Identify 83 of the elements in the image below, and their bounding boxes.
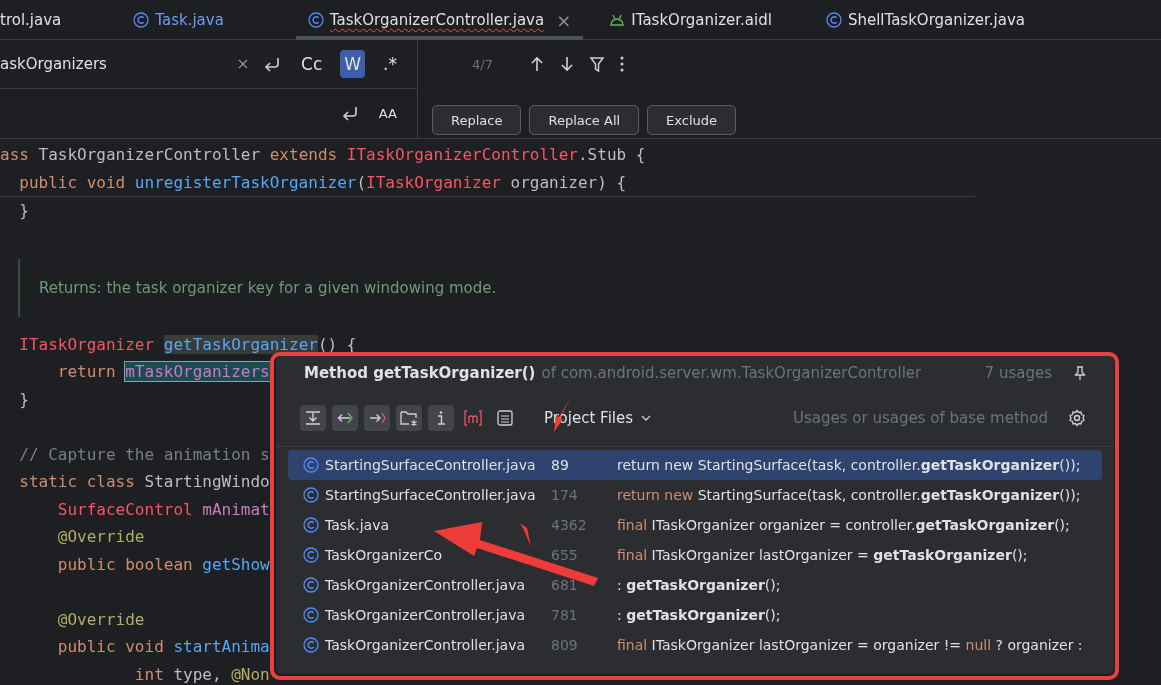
info-icon[interactable] xyxy=(428,405,454,431)
editor-tab[interactable]: ITaskOrganizer.aidl xyxy=(597,0,784,40)
class-icon xyxy=(307,12,324,28)
class-icon xyxy=(303,577,319,593)
usage-code: : getTaskOrganizer(); xyxy=(617,577,781,593)
file-name: StartingSurfaceController.java xyxy=(325,457,537,473)
code-line: public void startAnima xyxy=(57,636,270,658)
class-icon xyxy=(133,12,150,28)
replace-button[interactable]: Replace xyxy=(432,105,522,135)
code-line: ass TaskOrganizerController extends ITaskOrganizerController.Stub { xyxy=(0,144,646,166)
usage-row[interactable]: TaskOrganizerController.java 681 : getTaskOrganizer(); xyxy=(288,570,1102,600)
read-access-icon[interactable] xyxy=(332,405,358,431)
class-icon xyxy=(825,12,842,28)
filter-icon[interactable] xyxy=(588,55,605,73)
class-icon xyxy=(303,637,319,653)
code-line: static class StartingWindo xyxy=(19,471,270,493)
code-line: } xyxy=(19,388,29,411)
editor-tab[interactable]: trol.java xyxy=(0,0,74,40)
chevron-down-icon xyxy=(641,415,651,421)
class-icon xyxy=(303,607,319,623)
file-name: Task.java xyxy=(325,517,390,533)
editor-tab[interactable]: Task.java xyxy=(121,0,236,40)
code-line: @Override xyxy=(57,526,145,548)
usage-code: final ITaskOrganizer lastOrganizer = organizer != null ? organizer : xyxy=(617,637,1083,653)
more-icon[interactable] xyxy=(618,55,625,73)
code-line: int type, @Non xyxy=(134,663,270,685)
folder-icon[interactable] xyxy=(396,405,422,431)
arrow-down-icon[interactable] xyxy=(558,55,575,73)
match-count: 4/7 xyxy=(472,56,493,72)
code-line: // Capture the animation s xyxy=(19,443,270,466)
filter-hint: Usages or usages of base method xyxy=(793,409,1048,427)
doc-comment: Returns: the task organizer key for a given windowing mode. xyxy=(39,278,497,297)
popup-context: of com.android.server.wm.TaskOrganizerController xyxy=(541,364,922,382)
class-icon xyxy=(303,517,319,533)
search-option-toggle[interactable]: .* xyxy=(379,50,401,78)
class-icon xyxy=(303,547,319,563)
usage-row[interactable]: StartingSurfaceController.java 89 return new StartingSurface(task, controller.getTaskOrganizer()); xyxy=(288,450,1102,480)
class-icon xyxy=(303,457,319,473)
file-name: TaskOrganizerCo xyxy=(325,547,444,563)
code-line: public void unregisterTaskOrganizer(ITaskOrganizer organizer) { xyxy=(19,171,627,194)
replace-button[interactable]: Replace All xyxy=(529,105,640,135)
search-field[interactable]: askOrganizers xyxy=(0,49,224,79)
code-line: SurfaceControl mAnimat xyxy=(57,498,270,521)
popup-title: Method getTaskOrganizer() xyxy=(304,364,536,382)
replace-button[interactable]: Exclude xyxy=(647,105,737,135)
usage-code: final ITaskOrganizer lastOrganizer = getTaskOrganizer(); xyxy=(617,547,1028,563)
usage-row[interactable]: TaskOrganizerCo 655 final ITaskOrganizer lastOrganizer = getTaskOrganizer(); xyxy=(288,540,1102,570)
line-number: 655 xyxy=(551,547,579,563)
usage-row[interactable]: Task.java 4362 final ITaskOrganizer organizer = controller.getTaskOrganizer(); xyxy=(288,510,1102,540)
code-line: public boolean getShow xyxy=(57,553,270,576)
merge-icon[interactable] xyxy=(300,405,326,431)
line-number: 89 xyxy=(551,457,570,473)
write-access-icon[interactable] xyxy=(364,405,390,431)
search-option-toggle[interactable]: W xyxy=(340,50,366,78)
editor-tab[interactable]: TaskOrganizerController.java × xyxy=(295,0,584,40)
editor-tab[interactable]: ShellTaskOrganizer.java xyxy=(813,0,1038,40)
usage-code: return new StartingSurface(task, controller.getTaskOrganizer()); xyxy=(617,487,1081,503)
code-line: @Override xyxy=(57,608,145,631)
clear-icon[interactable] xyxy=(237,58,250,70)
usage-code: return new StartingSurface(task, controller.getTaskOrganizer()); xyxy=(617,457,1081,473)
file-name: TaskOrganizerController.java xyxy=(325,577,527,593)
file-name: StartingSurfaceController.java xyxy=(325,487,537,503)
android-icon xyxy=(609,14,626,26)
code-line: } xyxy=(19,200,29,222)
class-icon xyxy=(303,487,319,503)
file-name: TaskOrganizerController.java xyxy=(325,637,527,653)
pin-icon[interactable] xyxy=(1072,365,1088,381)
preserve-case-toggle[interactable]: AA xyxy=(374,99,401,127)
usage-count: 7 usages xyxy=(984,364,1052,382)
line-number: 809 xyxy=(551,637,579,653)
line-number: 781 xyxy=(551,607,579,623)
usage-row[interactable]: TaskOrganizerController.java 781 : getTaskOrganizer(); xyxy=(288,600,1102,630)
usage-row[interactable]: TaskOrganizerController.java 809 final ITaskOrganizer lastOrganizer = organizer != null ? organizer : xyxy=(288,630,1102,660)
line-number: 174 xyxy=(551,487,579,503)
usage-row[interactable]: StartingSurfaceController.java 174 return new StartingSurface(task, controller.getTaskOrganizer()); xyxy=(288,480,1102,510)
file-name: TaskOrganizerController.java xyxy=(325,607,527,623)
usage-code: : getTaskOrganizer(); xyxy=(617,607,781,623)
usage-code: final ITaskOrganizer organizer = controller.getTaskOrganizer(); xyxy=(617,517,1070,533)
code-line: return mTaskOrganizers xyxy=(57,361,270,383)
search-option-toggle[interactable]: Cc xyxy=(297,50,327,78)
settings-icon[interactable] xyxy=(1068,409,1086,427)
line-number: 681 xyxy=(551,577,579,593)
line-number: 4362 xyxy=(551,517,588,533)
